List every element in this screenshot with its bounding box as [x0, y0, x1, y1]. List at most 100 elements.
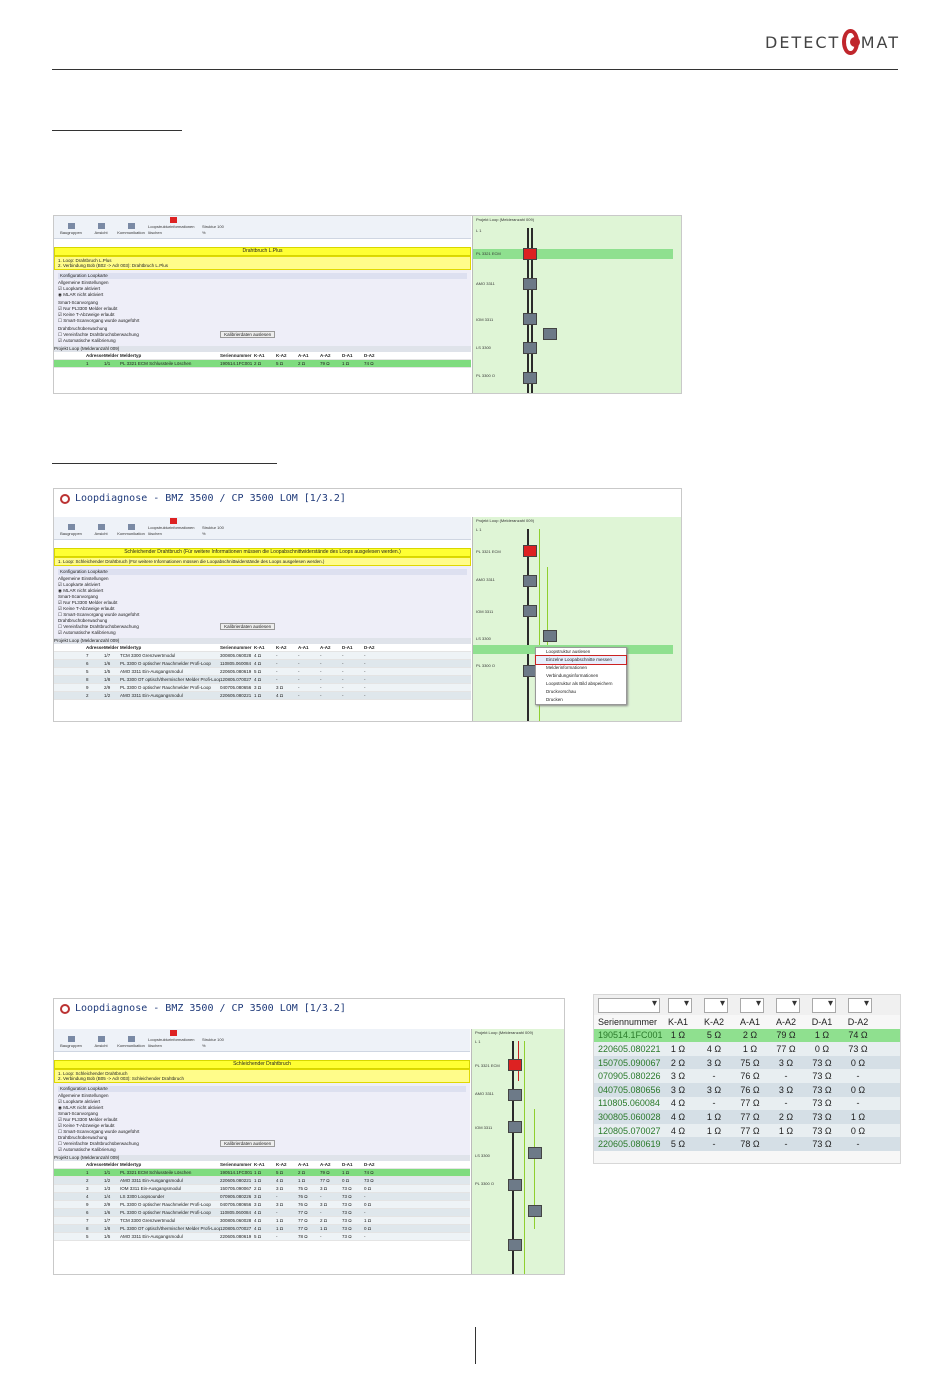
magnifier-icon — [60, 1004, 70, 1014]
struktur-slider[interactable]: Struktur 100 % — [202, 1037, 228, 1049]
zoom-cell: 0 Ω — [850, 1125, 866, 1136]
zoom-cell: 0 Ω — [850, 1084, 866, 1095]
zoom-row[interactable]: 220605.080221 1 Ω 4 Ω 1 Ω 77 Ω 0 Ω 73 Ω — [594, 1042, 900, 1056]
table-cell: 2 Ω — [320, 1217, 328, 1223]
table-row[interactable]: 5 1/5 AMO 3311 Ein-Ausgangsmodul 220605.080… — [54, 1233, 470, 1241]
ansicht-button[interactable]: Ansicht — [88, 524, 114, 537]
zoom-row[interactable]: 220605.080619 5 Ω - 78 Ω - 73 Ω - — [594, 1137, 900, 1151]
menu-item-druckvorschau[interactable]: Druckvorschau — [536, 688, 626, 696]
zoom-cell: - — [784, 1071, 788, 1082]
struktur-slider[interactable]: Struktur 100 % — [202, 224, 228, 236]
menu-item-melderinformationen[interactable]: Melderinformationen — [536, 664, 626, 672]
ansicht-button[interactable]: Ansicht — [88, 1036, 114, 1049]
menu-item-loopabschnitte-messen[interactable]: Einzelne Loopabschnitte messen — [535, 655, 627, 665]
table-row[interactable]: 9 2/9 PL 3300 O optischer Rauchmelder Prof… — [54, 684, 471, 692]
message-item: 1. Loop: Schleichender Drahtbruch (Für w… — [58, 559, 325, 564]
module-icon[interactable] — [508, 1121, 522, 1133]
kommunikation-button[interactable]: Kommunikation — [117, 1036, 145, 1049]
fire-panel-icon[interactable] — [523, 545, 537, 557]
table-row[interactable]: 2 1/2 AMO 3311 Ein-Ausgangsmodul 220605.080… — [54, 692, 471, 700]
zoom-row[interactable]: 110805.060084 4 Ω - 77 Ω - 73 Ω - — [594, 1096, 900, 1111]
table-row[interactable]: 7 1/7 TCM 3300 Grenzwertmodul 300805.060028… — [54, 1217, 470, 1225]
detector-icon[interactable] — [523, 372, 537, 384]
message-list: 1. Loop: Schleichender Drahtbruch 2. Ver… — [54, 1069, 470, 1083]
table-row[interactable]: 2 1/2 AMO 3311 Ein-Ausgangsmodul 220605.080… — [54, 1177, 470, 1185]
zoom-cell: 77 Ω — [740, 1125, 760, 1136]
checkbox-autokal[interactable]: ☑ Automatische Kalibrierung — [58, 1147, 466, 1153]
module-icon[interactable] — [523, 605, 537, 617]
table-row[interactable]: 9 2/9 PL 3300 O optischer Rauchmelder Prof… — [54, 1201, 470, 1209]
sounder-icon[interactable] — [543, 630, 557, 642]
filter-a-a2[interactable] — [776, 997, 800, 1013]
menu-item-loopstruktur-auslesen[interactable]: Loopstruktur auslesen — [536, 648, 626, 656]
kalibrierdaten-button[interactable]: Kalibrierdaten auslesen — [220, 331, 276, 338]
filter-seriennummer[interactable] — [598, 997, 660, 1013]
module-icon[interactable] — [543, 328, 557, 340]
filter-k-a2[interactable] — [704, 997, 728, 1013]
delete-loop-info-button[interactable]: Loopstrukturinformationen löschen — [148, 217, 198, 236]
table-row[interactable]: 6 1/6 PL 3300 O optischer Rauchmelder Prof… — [54, 660, 471, 668]
zoom-row[interactable]: 070905.080226 3 Ω - 76 Ω - 73 Ω - — [594, 1069, 900, 1083]
filter-d-a2[interactable] — [848, 997, 872, 1013]
table-row[interactable]: 5 1/5 AMO 3311 Ein-Ausgangsmodul 220605.080… — [54, 668, 471, 676]
kommunikation-button[interactable]: Kommunikation — [117, 223, 145, 236]
toolbar: Baugruppen Ansicht Kommunikation Loopstr… — [54, 517, 471, 540]
table-row[interactable]: 4 1/4 LS 3300 Loopsounder 070905.080226 3 Ω -… — [54, 1193, 470, 1201]
zoom-cell: 77 Ω — [776, 1043, 796, 1054]
sounder-icon[interactable] — [523, 342, 537, 354]
filter-a-a1[interactable] — [740, 997, 764, 1013]
table-row[interactable]: 6 1/6 PL 3300 O optischer Rauchmelder Prof… — [54, 1209, 470, 1217]
filter-k-a1[interactable] — [668, 997, 692, 1013]
kalibrierdaten-button[interactable]: Kalibrierdaten auslesen — [220, 623, 276, 630]
table-row[interactable]: 8 1/8 PL 3300 OT optisch/thermischer Melde… — [54, 676, 471, 684]
module-icon[interactable] — [508, 1089, 522, 1101]
module-icon[interactable] — [523, 313, 537, 325]
detector-icon[interactable] — [508, 1239, 522, 1251]
module-icon[interactable] — [528, 1205, 542, 1217]
checkbox-autokal[interactable]: ☑ Automatische Kalibrierung — [58, 338, 467, 344]
table-cell: 190514.1FC001 — [220, 1169, 253, 1175]
table-cell: 1/2 — [104, 1177, 111, 1183]
zoom-cell: 1 Ω — [814, 1030, 830, 1041]
struktur-slider[interactable]: Struktur 100 % — [202, 525, 228, 537]
baugruppen-button[interactable]: Baugruppen — [58, 1036, 84, 1049]
table-cell: 220605.080221 — [220, 692, 252, 698]
checkbox-autokal[interactable]: ☑ Automatische Kalibrierung — [58, 630, 467, 636]
table-row[interactable]: 1 1/1 PL 3321 ECM Schlussteile Löschen 1905… — [54, 360, 471, 368]
header-rule — [52, 69, 898, 70]
table-row[interactable]: 3 1/3 IOM 3311 Ein-Ausgangsmodul 150705.090… — [54, 1185, 470, 1193]
table-cell: - — [342, 684, 344, 690]
menu-item-bild-speichern[interactable]: Loopstruktur als Bild abspeichern — [536, 680, 626, 688]
checkbox-smart-scan[interactable]: ☐ Smart-Scanvorgang wurde ausgeführt — [58, 318, 467, 324]
table-row[interactable]: 8 1/8 PL 3300 OT optisch/thermischer Melde… — [54, 1225, 470, 1233]
table-row[interactable]: 7 1/7 TCM 3300 Grenzwertmodul 300805.060028… — [54, 652, 471, 660]
delete-loop-info-button[interactable]: Loopstrukturinformationen löschen — [148, 518, 198, 537]
zoom-row[interactable]: 150705.090067 2 Ω 3 Ω 75 Ω 3 Ω 73 Ω 0 Ω — [594, 1055, 900, 1070]
filter-d-a1[interactable] — [812, 997, 836, 1013]
zoom-cell: 4 Ω — [670, 1111, 686, 1122]
table-cell: 5 Ω — [276, 1169, 284, 1175]
table-row[interactable]: 1 1/1 PL 3321 ECM Schlussteile Löschen 1905… — [54, 1169, 470, 1177]
menu-item-drucken[interactable]: Drucken — [536, 696, 626, 704]
fire-panel-icon[interactable] — [508, 1059, 522, 1071]
module-icon[interactable] — [523, 278, 537, 290]
radio-mlar[interactable]: ◉ MLAR nicht aktiviert — [58, 292, 467, 298]
sounder-icon[interactable] — [528, 1147, 542, 1159]
zoom-row[interactable]: 120805.070027 4 Ω 1 Ω 77 Ω 1 Ω 73 Ω 0 Ω — [594, 1123, 900, 1138]
ansicht-button[interactable]: Ansicht — [88, 223, 114, 236]
fire-panel-icon[interactable] — [523, 248, 537, 260]
zoom-row[interactable]: 300805.060028 4 Ω 1 Ω 77 Ω 2 Ω 73 Ω 1 Ω — [594, 1110, 900, 1124]
kalibrierdaten-button[interactable]: Kalibrierdaten auslesen — [220, 1140, 276, 1147]
detector-icon[interactable] — [508, 1179, 522, 1191]
baugruppen-button[interactable]: Baugruppen — [58, 223, 84, 236]
table-cell: 4 Ω — [254, 660, 262, 666]
kommunikation-button[interactable]: Kommunikation — [117, 524, 145, 537]
zoom-row[interactable]: 190514.1FC001 1 Ω 5 Ω 2 Ω 79 Ω 1 Ω 74 Ω — [594, 1028, 900, 1043]
delete-loop-info-button[interactable]: Loopstrukturinformationen löschen — [148, 1030, 198, 1049]
menu-item-verbindungsinformationen[interactable]: Verbindungsinformationen — [536, 672, 626, 680]
zoom-row[interactable]: 040705.080656 3 Ω 3 Ω 76 Ω 3 Ω 73 Ω 0 Ω — [594, 1082, 900, 1097]
table-cell: AMO 3311 Ein-Ausgangsmodul — [120, 668, 183, 674]
table-cell: 1 Ω — [254, 692, 262, 698]
baugruppen-button[interactable]: Baugruppen — [58, 524, 84, 537]
module-icon[interactable] — [523, 575, 537, 587]
